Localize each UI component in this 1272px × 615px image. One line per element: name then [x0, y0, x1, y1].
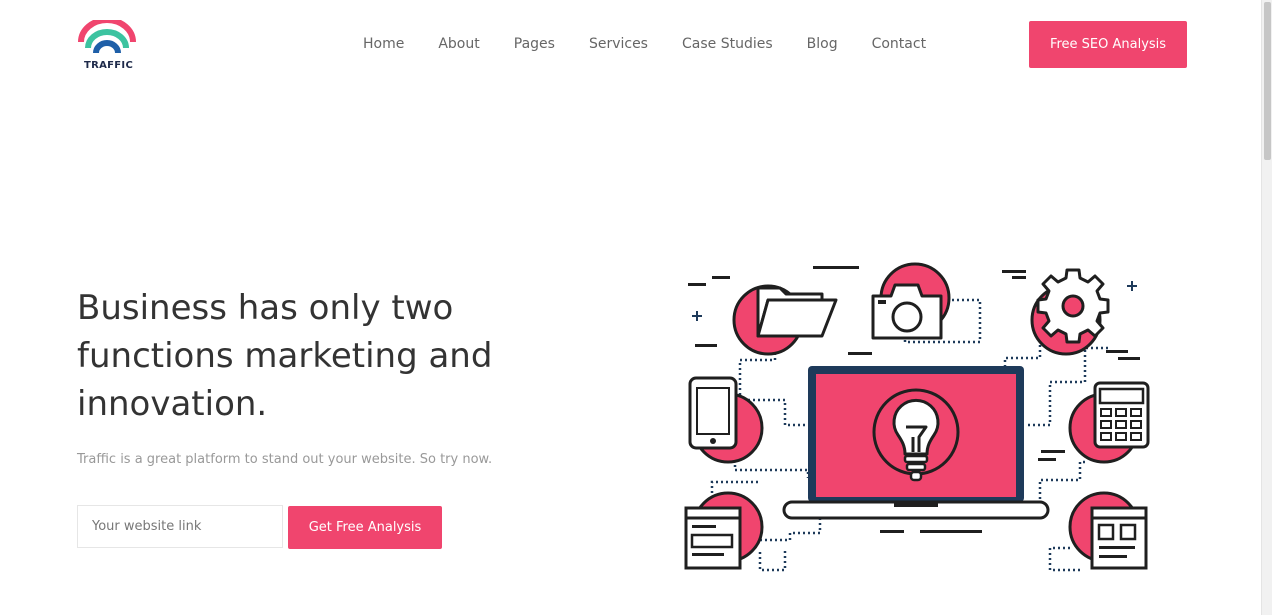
hero-illustration: [684, 262, 1150, 572]
camera-icon: [871, 262, 951, 340]
nav-item-case-studies[interactable]: Case Studies: [682, 35, 773, 53]
website-link-input[interactable]: [77, 505, 283, 548]
nav-item-blog[interactable]: Blog: [807, 35, 838, 53]
nav-item-services[interactable]: Services: [589, 35, 648, 53]
browser-window-icon: [684, 491, 764, 570]
main-nav: Home About Pages Services Case Studies B…: [363, 35, 926, 53]
page-scrollbar[interactable]: [1261, 0, 1272, 615]
get-free-analysis-button[interactable]: Get Free Analysis: [288, 506, 442, 549]
scrollbar-thumb[interactable]: [1264, 2, 1271, 160]
layout-icon: [1068, 491, 1148, 570]
nav-item-pages[interactable]: Pages: [514, 35, 555, 53]
nav-item-about[interactable]: About: [438, 35, 479, 53]
phone-icon: [688, 376, 764, 464]
logo-text: TRAFFIC: [84, 60, 134, 71]
free-seo-analysis-button[interactable]: Free SEO Analysis: [1029, 21, 1187, 68]
nav-item-home[interactable]: Home: [363, 35, 404, 53]
calculator-icon: [1068, 381, 1150, 464]
hero-subtitle: Traffic is a great platform to stand out…: [77, 452, 493, 467]
logo-arcs-icon: [78, 20, 136, 54]
hero-title: Business has only two functions marketin…: [77, 288, 493, 424]
folder-icon: [732, 284, 838, 356]
nav-item-contact[interactable]: Contact: [872, 35, 926, 53]
gear-icon: [1030, 268, 1110, 356]
